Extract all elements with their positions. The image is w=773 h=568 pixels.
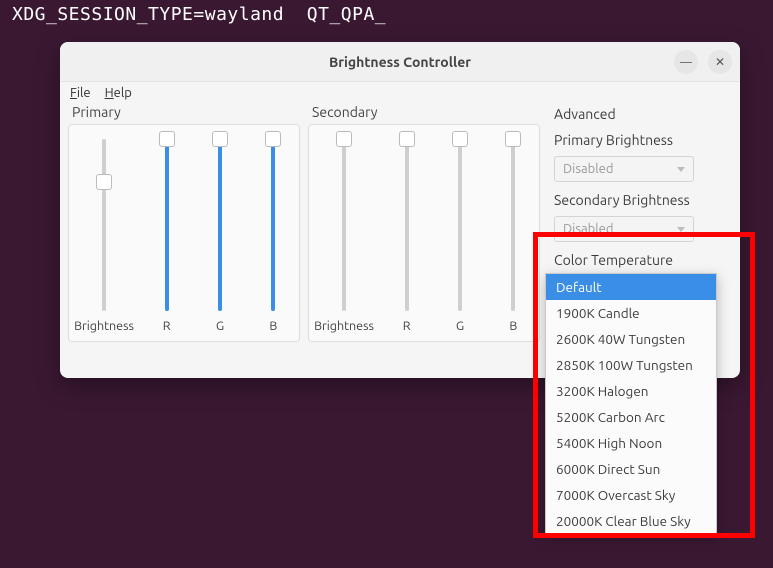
secondary-brightness-combo-value: Disabled [563, 222, 613, 236]
secondary-label: Secondary [308, 102, 540, 124]
minimize-button[interactable]: — [674, 50, 698, 74]
primary-b-slider[interactable]: B [254, 135, 293, 333]
window-controls: — ✕ [674, 50, 732, 74]
close-icon: ✕ [715, 55, 725, 69]
primary-brightness-label: Brightness [74, 319, 134, 333]
primary-brightness-combo[interactable]: Disabled [554, 156, 694, 182]
color-temp-option[interactable]: 2600K 40W Tungsten [546, 326, 716, 352]
primary-label: Primary [68, 102, 300, 124]
primary-r-slider[interactable]: R [147, 135, 186, 333]
secondary-panel: Secondary Brightness R G B [308, 102, 540, 342]
color-temp-option[interactable]: 5400K High Noon [546, 430, 716, 456]
color-temp-option[interactable]: 20000K Clear Blue Sky [546, 508, 716, 534]
chevron-down-icon [677, 227, 685, 232]
color-temp-option[interactable]: 2850K 100W Tungsten [546, 352, 716, 378]
primary-brightness-combo-value: Disabled [563, 162, 613, 176]
chevron-down-icon [677, 167, 685, 172]
primary-panel: Primary Brightness R G B [68, 102, 300, 342]
color-temp-option[interactable]: 1900K Candle [546, 300, 716, 326]
secondary-brightness-slider[interactable]: Brightness [315, 135, 373, 333]
color-temperature-label: Color Temperature [554, 252, 722, 268]
secondary-brightness-combo[interactable]: Disabled [554, 216, 694, 242]
secondary-g-label: G [456, 319, 464, 333]
primary-g-slider[interactable]: G [200, 135, 239, 333]
primary-slider-box: Brightness R G B [68, 124, 300, 342]
primary-b-label: B [269, 319, 277, 333]
menubar: File Help [60, 82, 740, 102]
terminal-text: XDG_SESSION_TYPE=wayland QT_QPA_ [0, 0, 773, 29]
advanced-label: Advanced [554, 106, 722, 122]
color-temp-option[interactable]: 5200K Carbon Arc [546, 404, 716, 430]
primary-g-label: G [216, 319, 224, 333]
close-button[interactable]: ✕ [708, 50, 732, 74]
color-temp-option[interactable]: 3200K Halogen [546, 378, 716, 404]
secondary-b-slider[interactable]: B [494, 135, 533, 333]
color-temp-option[interactable]: Default [546, 274, 716, 300]
minimize-icon: — [680, 56, 692, 69]
menu-file[interactable]: File [70, 86, 91, 100]
menu-help[interactable]: Help [105, 86, 132, 100]
secondary-r-slider[interactable]: R [387, 135, 426, 333]
secondary-brightness-label: Brightness [314, 319, 374, 333]
window-title: Brightness Controller [329, 54, 471, 70]
color-temp-option[interactable]: 7000K Overcast Sky [546, 482, 716, 508]
color-temperature-dropdown[interactable]: Default 1900K Candle 2600K 40W Tungsten … [545, 273, 717, 535]
primary-r-label: R [163, 319, 171, 333]
secondary-b-label: B [509, 319, 517, 333]
secondary-g-slider[interactable]: G [440, 135, 479, 333]
secondary-brightness-section-label: Secondary Brightness [554, 192, 722, 208]
secondary-slider-box: Brightness R G B [308, 124, 540, 342]
color-temp-option[interactable]: 6000K Direct Sun [546, 456, 716, 482]
titlebar[interactable]: Brightness Controller — ✕ [60, 42, 740, 82]
primary-brightness-section-label: Primary Brightness [554, 132, 722, 148]
secondary-r-label: R [403, 319, 411, 333]
primary-brightness-slider[interactable]: Brightness [75, 135, 133, 333]
